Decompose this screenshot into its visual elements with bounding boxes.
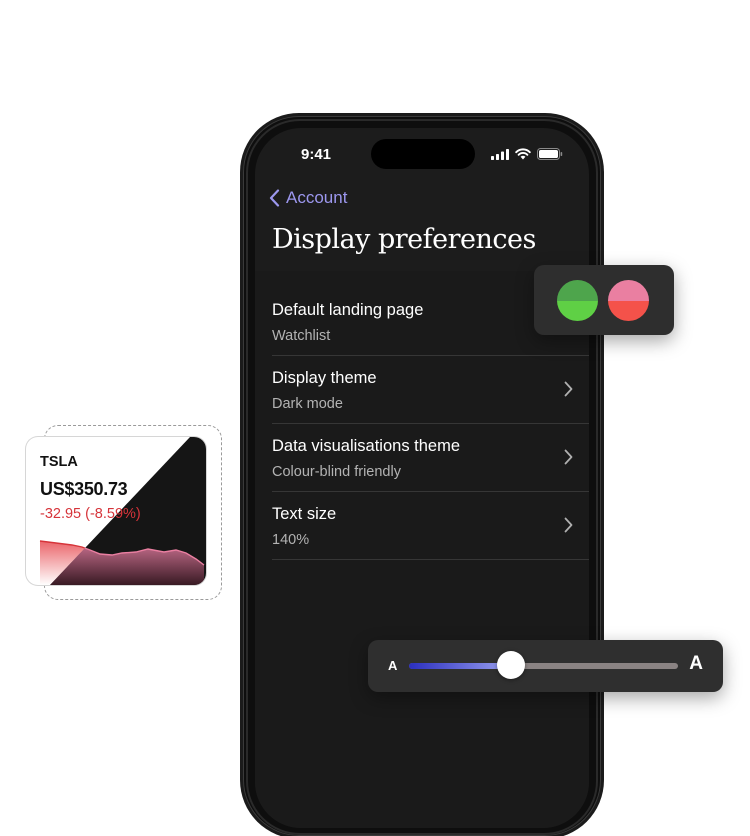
small-text-icon: A bbox=[388, 658, 398, 673]
status-icons bbox=[491, 148, 563, 160]
setting-title: Text size bbox=[272, 505, 337, 523]
setting-row-data-visualisations-theme[interactable]: Data visualisations theme Colour-blind f… bbox=[272, 425, 589, 492]
setting-value: Dark mode bbox=[272, 396, 343, 412]
setting-row-display-theme[interactable]: Display theme Dark mode bbox=[272, 357, 589, 424]
stock-price: US$350.73 bbox=[40, 479, 128, 499]
cellular-signal-icon bbox=[491, 148, 509, 160]
text-size-slider-track[interactable] bbox=[409, 663, 678, 669]
setting-row-text-size[interactable]: Text size 140% bbox=[272, 493, 589, 560]
chevron-right-icon bbox=[564, 517, 573, 533]
stock-symbol: TSLA bbox=[40, 454, 78, 470]
setting-value: Colour-blind friendly bbox=[272, 464, 401, 480]
setting-value: Watchlist bbox=[272, 328, 331, 344]
setting-title: Data visualisations theme bbox=[272, 437, 461, 455]
positive-colour-swatch[interactable] bbox=[557, 280, 598, 321]
stock-change: -32.95 (-8.59%) bbox=[40, 506, 141, 522]
text-size-slider-thumb[interactable] bbox=[497, 651, 526, 679]
text-size-slider-card: A A bbox=[368, 640, 723, 692]
battery-icon bbox=[537, 148, 563, 160]
status-time: 9:41 bbox=[301, 146, 332, 163]
negative-colour-swatch[interactable] bbox=[608, 280, 649, 321]
text-size-slider-fill bbox=[409, 663, 512, 669]
colour-swatch-card bbox=[534, 265, 674, 335]
back-label: Account bbox=[286, 188, 348, 207]
chevron-left-icon bbox=[269, 189, 280, 207]
large-text-icon: A bbox=[689, 653, 703, 674]
chevron-right-icon bbox=[564, 381, 573, 397]
stock-card[interactable]: TSLA US$350.73 -32.95 (-8.59%) bbox=[26, 437, 206, 585]
wifi-icon bbox=[515, 148, 531, 160]
chevron-right-icon bbox=[564, 449, 573, 465]
back-button[interactable]: Account bbox=[269, 188, 347, 208]
setting-value: 140% bbox=[272, 532, 310, 548]
setting-title: Display theme bbox=[272, 369, 377, 387]
page-title: Display preferences bbox=[272, 224, 536, 255]
dynamic-island bbox=[371, 139, 475, 169]
setting-title: Default landing page bbox=[272, 301, 424, 319]
phone-screen: 9:41 Account Display preferences Default bbox=[255, 128, 589, 828]
